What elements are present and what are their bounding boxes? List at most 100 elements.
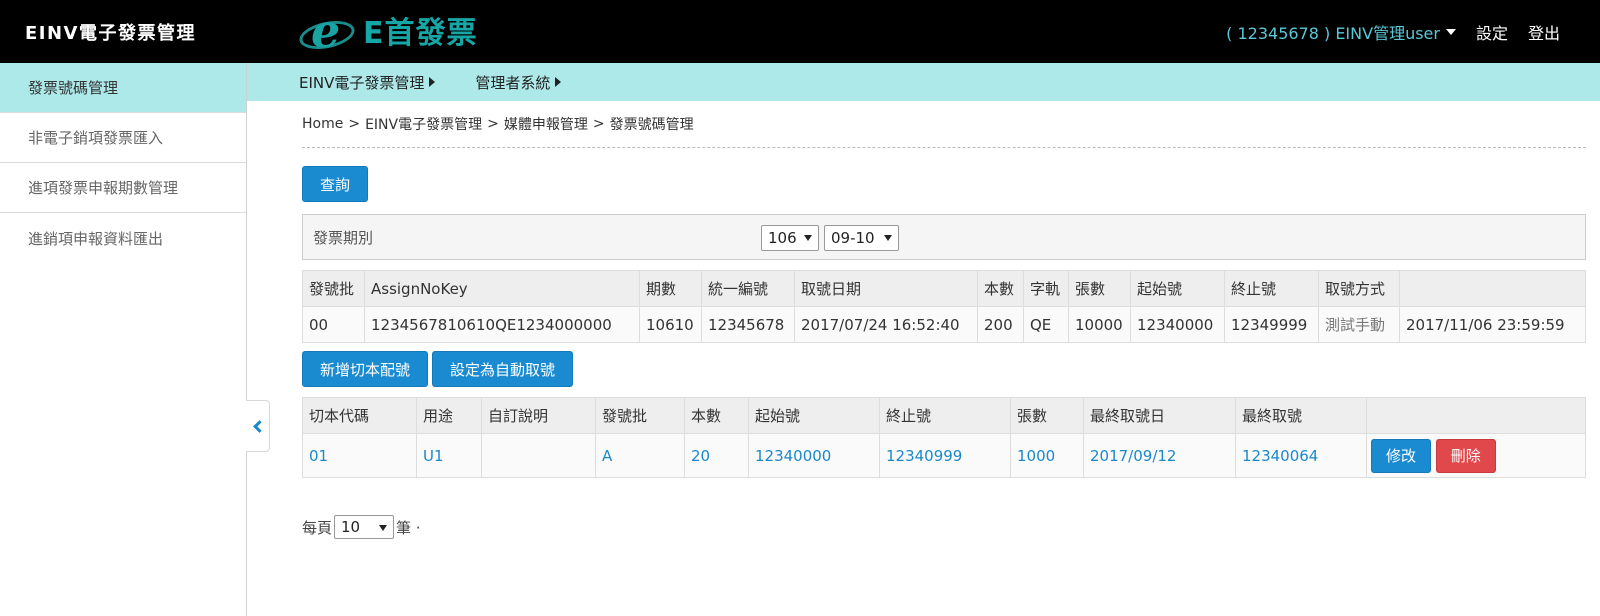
caret-right-icon xyxy=(429,77,436,87)
column-header: 最終取號日 xyxy=(1083,397,1236,434)
subnav-item-label: EINV電子發票管理 xyxy=(299,73,425,92)
table-cell-link[interactable] xyxy=(481,433,596,478)
subnav-item-einv[interactable]: EINV電子發票管理 xyxy=(299,72,436,93)
breadcrumb-separator: > xyxy=(487,116,499,132)
column-header: 自訂說明 xyxy=(481,397,596,434)
subnav-item-admin[interactable]: 管理者系統 xyxy=(475,72,562,93)
table-cell-link[interactable]: 12340000 xyxy=(748,433,880,478)
user-menu-label: ( 12345678 ) EINV管理user xyxy=(1226,23,1440,43)
table-row: 01 U1 A 20 12340000 12340999 1000 2017/0… xyxy=(302,433,1586,478)
column-header: 本數 xyxy=(684,397,749,434)
edit-button[interactable]: 修改 xyxy=(1371,438,1432,473)
breadcrumb-einv[interactable]: EINV電子發票管理 xyxy=(365,114,482,134)
assign-number-table: 發號批 AssignNoKey 期數 統一編號 取號日期 本數 字軌 張數 起始… xyxy=(302,270,1586,343)
table-cell-link[interactable]: 2017/09/12 xyxy=(1083,433,1236,478)
breadcrumb-home[interactable]: Home xyxy=(302,116,343,132)
table-cell: 12345678 xyxy=(701,306,795,343)
column-header: 字軌 xyxy=(1023,270,1069,307)
dropdown-arrow-icon xyxy=(804,235,812,241)
filter-panel: 發票期別 106 09-10 xyxy=(302,214,1586,260)
column-header: 本數 xyxy=(977,270,1024,307)
column-header: 發號批 xyxy=(595,397,685,434)
column-header: 終止號 xyxy=(879,397,1011,434)
column-header: 取號日期 xyxy=(794,270,978,307)
table-cell: 12349999 xyxy=(1224,306,1319,343)
table-cell: 2017/11/06 23:59:59 xyxy=(1399,306,1586,343)
column-header: 取號方式 xyxy=(1318,270,1400,307)
dropdown-arrow-icon xyxy=(884,235,892,241)
caret-down-icon xyxy=(1445,28,1456,35)
table-cell: 1234567810610QE1234000000 xyxy=(364,306,640,343)
caret-right-icon xyxy=(555,77,562,87)
brand-area: EINV電子發票管理 xyxy=(0,0,247,63)
table-row: 00 1234567810610QE1234000000 10610 12345… xyxy=(302,306,1586,343)
add-split-button[interactable]: 新增切本配號 xyxy=(302,351,429,387)
table-cell-link[interactable]: 20 xyxy=(684,433,749,478)
table-cell: 測試手動 xyxy=(1318,306,1400,343)
main-content: Home > EINV電子發票管理 > 媒體申報管理 > 發票號碼管理 查詢 發… xyxy=(302,101,1586,539)
table-cell: 200 xyxy=(977,306,1024,343)
brand-title[interactable]: EINV電子發票管理 xyxy=(25,19,196,45)
sub-navbar: EINV電子發票管理 管理者系統 xyxy=(247,63,1600,101)
user-menu-dropdown[interactable]: ( 12345678 ) EINV管理user xyxy=(1226,20,1456,44)
table-cell-link[interactable]: U1 xyxy=(416,433,482,478)
column-header: 終止號 xyxy=(1224,270,1319,307)
column-header: 發號批 xyxy=(302,270,365,307)
row-actions: 修改 刪除 xyxy=(1366,433,1586,478)
table-cell-link[interactable]: 01 xyxy=(302,433,417,478)
column-header: 張數 xyxy=(1010,397,1084,434)
per-page-label: 每頁 xyxy=(302,518,333,537)
table-cell-link[interactable]: 12340999 xyxy=(879,433,1011,478)
settings-link[interactable]: 設定 xyxy=(1476,20,1508,44)
column-header: 起始號 xyxy=(748,397,880,434)
table-cell: 12340000 xyxy=(1130,306,1225,343)
set-auto-number-button[interactable]: 設定為自動取號 xyxy=(432,351,574,387)
split-table: 切本代碼 用途 自訂說明 發號批 本數 起始號 終止號 張數 最終取號日 最終取… xyxy=(302,397,1586,478)
subnav-item-label: 管理者系統 xyxy=(475,73,551,92)
sidebar-collapse-button[interactable] xyxy=(246,400,270,452)
top-navbar: EINV電子發票管理 e E首發票 ( 12345678 ) EINV管理use… xyxy=(0,0,1600,63)
logo[interactable]: e E首發票 xyxy=(296,4,478,58)
table-cell: 10000 xyxy=(1068,306,1131,343)
delete-button[interactable]: 刪除 xyxy=(1435,438,1496,473)
sidebar-item-declaration-export[interactable]: 進銷項申報資料匯出 xyxy=(0,213,246,263)
column-header: 起始號 xyxy=(1130,270,1225,307)
breadcrumb-current: 發票號碼管理 xyxy=(609,117,694,133)
year-select-value: 106 xyxy=(768,229,797,247)
sidebar-item-input-period-management[interactable]: 進項發票申報期數管理 xyxy=(0,163,246,213)
pagination: 每頁 10 筆 · xyxy=(302,515,1586,539)
invoice-period-label: 發票期別 xyxy=(313,229,374,247)
table-cell-link[interactable]: A xyxy=(595,433,685,478)
table-cell: QE xyxy=(1023,306,1069,343)
top-right-menu: ( 12345678 ) EINV管理user 設定 登出 xyxy=(1226,0,1560,63)
assign-actions: 新增切本配號 設定為自動取號 xyxy=(302,351,1586,387)
breadcrumb-separator: > xyxy=(348,116,361,132)
breadcrumb: Home > EINV電子發票管理 > 媒體申報管理 > 發票號碼管理 xyxy=(302,101,1586,148)
period-select[interactable]: 09-10 xyxy=(824,225,899,251)
column-header xyxy=(1366,397,1586,434)
logo-text: E首發票 xyxy=(363,16,478,51)
dropdown-arrow-icon xyxy=(379,525,388,531)
sidebar-item-invoice-number-management[interactable]: 發票號碼管理 xyxy=(0,63,246,113)
breadcrumb-media-declaration[interactable]: 媒體申報管理 xyxy=(504,114,588,134)
sidebar: 發票號碼管理 非電子銷項發票匯入 進項發票申報期數管理 進銷項申報資料匯出 xyxy=(0,63,247,616)
year-select[interactable]: 106 xyxy=(761,225,819,251)
table-cell: 2017/07/24 16:52:40 xyxy=(794,306,978,343)
table-cell-link[interactable]: 12340064 xyxy=(1235,433,1367,478)
table-cell: 00 xyxy=(302,306,365,343)
sidebar-item-non-electronic-import[interactable]: 非電子銷項發票匯入 xyxy=(0,113,246,163)
per-page-suffix: 筆 · xyxy=(396,518,421,537)
page-size-select[interactable]: 10 xyxy=(334,515,395,539)
table-cell-link[interactable]: 1000 xyxy=(1010,433,1084,478)
column-header: 切本代碼 xyxy=(302,397,417,434)
column-header xyxy=(1399,270,1586,307)
logout-link[interactable]: 登出 xyxy=(1528,20,1560,44)
column-header: 張數 xyxy=(1068,270,1131,307)
chevron-left-icon xyxy=(253,419,266,433)
period-select-value: 09-10 xyxy=(831,229,875,247)
table-cell: 10610 xyxy=(639,306,702,343)
query-button[interactable]: 查詢 xyxy=(302,166,369,202)
page-size-value: 10 xyxy=(341,518,361,536)
table-header-row: 發號批 AssignNoKey 期數 統一編號 取號日期 本數 字軌 張數 起始… xyxy=(302,270,1586,307)
breadcrumb-separator: > xyxy=(592,116,605,132)
